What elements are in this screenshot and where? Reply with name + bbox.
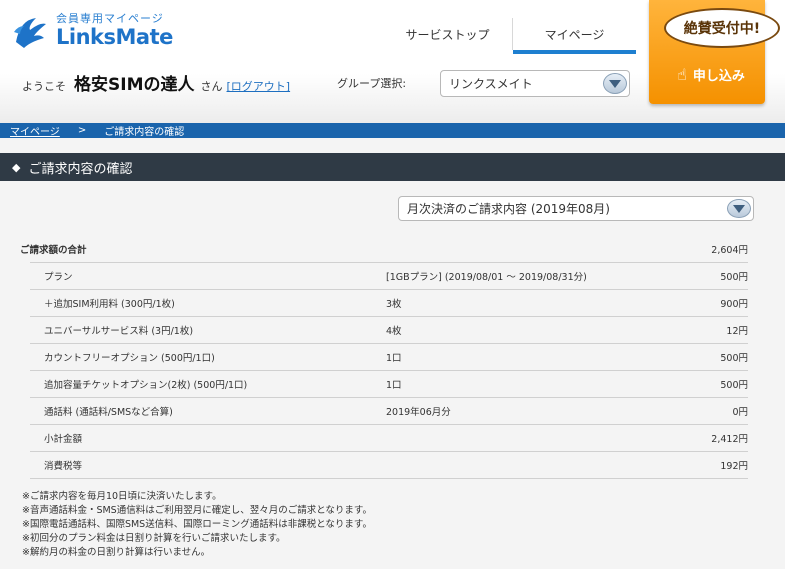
table-row-tax: 消費税等 192円 bbox=[20, 451, 748, 479]
row-amount: 12円 bbox=[726, 326, 748, 337]
note-line: ※ご請求内容を毎月10日頃に決済いたします。 bbox=[22, 491, 222, 502]
chevron-down-icon[interactable] bbox=[603, 73, 627, 94]
row-label: 消費税等 bbox=[44, 461, 83, 472]
pointer-hand-icon: ☝ bbox=[677, 64, 687, 84]
row-label: 通話料 (通話料/SMSなど合算) bbox=[44, 407, 173, 418]
row-detail: 2019年06月分 bbox=[386, 407, 451, 418]
row-label: プラン bbox=[44, 272, 73, 283]
row-label: 小計金額 bbox=[44, 434, 83, 445]
breadcrumb-separator: > bbox=[77, 125, 87, 136]
section-title: ご請求内容の確認 bbox=[28, 161, 133, 177]
table-row: 通話料 (通話料/SMSなど合算) 2019年06月分 0円 bbox=[20, 397, 748, 425]
table-row: 追加容量チケットオプション(2枚) (500円/1口) 1口 500円 bbox=[20, 370, 748, 398]
welcome-suffix: さん bbox=[200, 80, 223, 93]
welcome-prefix: ようこそ bbox=[22, 80, 66, 93]
row-detail: [1GBプラン] (2019/08/01 ～ 2019/08/31分) bbox=[386, 272, 587, 283]
apply-label-wrap[interactable]: ☝ 申し込み bbox=[661, 62, 761, 86]
billing-month-select[interactable]: 月次決済のご請求内容 (2019年08月) bbox=[398, 196, 754, 221]
note-line: ※国際電話通話料、国際SMS送信料、国際ローミング通話料は非課税となります。 bbox=[22, 519, 372, 530]
breadcrumb-mypage-link[interactable]: マイページ bbox=[10, 123, 60, 138]
linksmate-logo-icon bbox=[14, 18, 46, 48]
logo-title: LinksMate bbox=[56, 25, 173, 49]
row-label: 追加容量チケットオプション(2枚) (500円/1口) bbox=[44, 380, 248, 391]
row-detail: 1口 bbox=[386, 380, 402, 391]
billing-table: ご請求額の合計 2,604円 プラン [1GBプラン] (2019/08/01 … bbox=[20, 236, 748, 479]
row-detail: 4枚 bbox=[386, 326, 402, 337]
billing-total-amount: 2,604円 bbox=[711, 245, 748, 256]
row-detail: 1口 bbox=[386, 353, 402, 364]
billing-total-row: ご請求額の合計 2,604円 bbox=[20, 236, 748, 263]
group-select[interactable]: リンクスメイト bbox=[440, 70, 630, 97]
group-select-value: リンクスメイト bbox=[449, 77, 533, 91]
table-row: ユニバーサルサービス料 (3円/1枚) 4枚 12円 bbox=[20, 316, 748, 344]
row-amount: 0円 bbox=[732, 407, 748, 418]
linksmate-logo[interactable]: 会員専用マイページ LinksMate bbox=[10, 10, 185, 54]
row-label: ＋追加SIM利用料 (300円/1枚) bbox=[44, 299, 175, 310]
user-name: 格安SIMの達人 bbox=[74, 75, 195, 95]
header: 会員専用マイページ LinksMate サービストップ マイページ 絶賛受付中!… bbox=[0, 0, 785, 123]
billing-month-select-value: 月次決済のご請求内容 (2019年08月) bbox=[407, 202, 610, 216]
row-amount: 500円 bbox=[720, 353, 748, 364]
row-detail: 3枚 bbox=[386, 299, 402, 310]
apply-label: 申し込み bbox=[692, 68, 745, 84]
logout-link[interactable]: [ログアウト] bbox=[227, 78, 291, 94]
row-amount: 900円 bbox=[720, 299, 748, 310]
table-row: プラン [1GBプラン] (2019/08/01 ～ 2019/08/31分) … bbox=[20, 262, 748, 290]
apply-bubble: 絶賛受付中! bbox=[664, 8, 780, 48]
row-amount: 500円 bbox=[720, 380, 748, 391]
welcome-message: ようこそ 格安SIMの達人 さん [ログアウト] bbox=[22, 70, 290, 95]
diamond-icon: ◆ bbox=[12, 160, 21, 174]
row-label: ユニバーサルサービス料 (3円/1枚) bbox=[44, 326, 194, 337]
note-line: ※初回分のプラン料金は日割り計算を行いご請求いたします。 bbox=[22, 533, 286, 544]
chevron-down-icon[interactable] bbox=[727, 199, 751, 218]
billing-notes: ※ご請求内容を毎月10日頃に決済いたします。 ※音声通話料金・SMS通信料はご利… bbox=[22, 490, 372, 560]
nav-tab-mypage[interactable]: マイページ bbox=[512, 18, 636, 54]
breadcrumb: マイページ > ご請求内容の確認 bbox=[0, 123, 785, 138]
group-select-label: グループ選択: bbox=[337, 77, 407, 90]
logo-subtitle: 会員専用マイページ bbox=[56, 12, 164, 25]
breadcrumb-current: ご請求内容の確認 bbox=[104, 127, 185, 138]
row-amount: 500円 bbox=[720, 272, 748, 283]
nav-tab-service-top[interactable]: サービストップ bbox=[385, 18, 510, 50]
row-label: カウントフリーオプション (500円/1口) bbox=[44, 353, 215, 364]
table-row: ＋追加SIM利用料 (300円/1枚) 3枚 900円 bbox=[20, 289, 748, 317]
section-header: ◆ ご請求内容の確認 bbox=[0, 153, 785, 181]
note-line: ※音声通話料金・SMS通信料はご利用翌月に確定し、翌々月のご請求となります。 bbox=[22, 505, 372, 516]
note-line: ※解約月の料金の日割り計算は行いません。 bbox=[22, 547, 211, 558]
billing-total-label: ご請求額の合計 bbox=[20, 245, 87, 256]
row-amount: 2,412円 bbox=[711, 434, 748, 445]
table-row-subtotal: 小計金額 2,412円 bbox=[20, 424, 748, 452]
row-amount: 192円 bbox=[720, 461, 748, 472]
table-row: カウントフリーオプション (500円/1口) 1口 500円 bbox=[20, 343, 748, 371]
